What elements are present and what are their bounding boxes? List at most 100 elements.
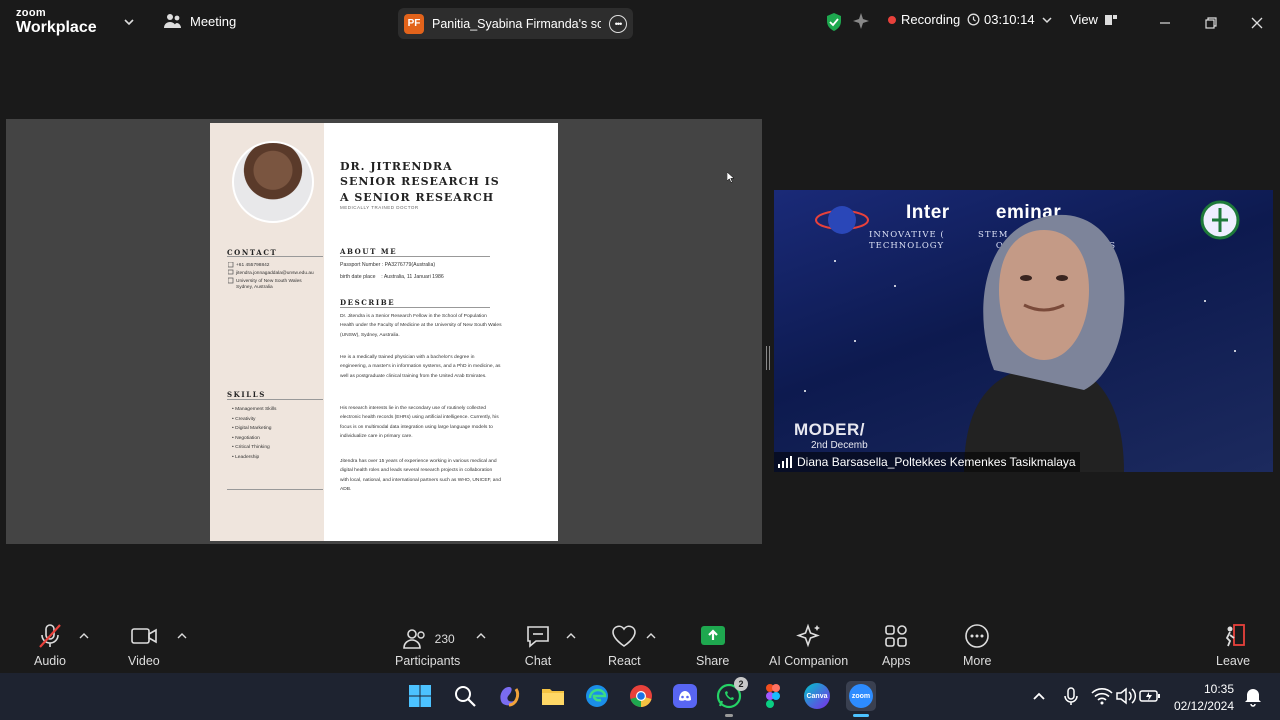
video-button[interactable]: Video [128, 623, 160, 668]
chat-button[interactable]: Chat [524, 623, 552, 668]
view-menu[interactable]: View [1070, 12, 1118, 27]
participant-name-tag: Diana Barsasella_Poltekkes Kemenkes Tasi… [774, 452, 1080, 472]
figma-icon[interactable] [760, 683, 786, 709]
apps-button[interactable]: Apps [882, 623, 911, 668]
clock-date: 02/12/2024 [1173, 698, 1234, 713]
recording-label: Recording [901, 12, 961, 27]
edge-browser-icon[interactable] [584, 683, 610, 709]
participants-button[interactable]: 230 Participants [395, 623, 460, 668]
describe-heading: DESCRIBE [340, 298, 396, 307]
shared-screen-area[interactable]: CONTACT +61 455798842 jitendra.jonnagadd… [6, 119, 762, 544]
skill-item: • Digital Marketing [232, 426, 272, 432]
zoom-taskbar-button[interactable]: zoom [846, 681, 876, 711]
clock-time: 10:35 [1203, 682, 1234, 696]
close-icon[interactable] [1246, 12, 1268, 34]
describe-divider [340, 307, 490, 308]
leave-button[interactable]: Leave [1216, 623, 1250, 668]
canva-icon[interactable]: Canva [804, 683, 830, 709]
sharer-avatar: PF [404, 13, 424, 34]
chat-icon [527, 626, 549, 648]
share-label: Share [696, 654, 730, 668]
skills-heading: SKILLS [227, 390, 266, 399]
wifi-icon[interactable] [1089, 683, 1115, 709]
chrome-browser-icon[interactable] [628, 683, 654, 709]
participant-video-tile[interactable]: Inter eminar INNOVATIVE ( STEM : INTEGRA… [774, 190, 1273, 472]
microphone-muted-icon [39, 624, 61, 648]
react-label: React [608, 654, 641, 668]
leave-door-icon [1225, 624, 1245, 647]
minimize-icon[interactable] [1154, 12, 1176, 34]
react-button[interactable]: React [608, 623, 641, 668]
video-options-caret-icon[interactable] [177, 631, 187, 641]
about-divider [340, 256, 490, 257]
about-heading: ABOUT ME [340, 247, 398, 256]
panel-resize-handle[interactable] [765, 346, 771, 370]
file-explorer-icon[interactable] [540, 683, 566, 709]
audio-options-caret-icon[interactable] [79, 631, 89, 641]
timer-value: 03:10:14 [984, 12, 1035, 27]
skill-item: • Creativity [232, 416, 256, 422]
windows-start-icon[interactable] [407, 683, 433, 709]
microphone-icon[interactable] [1058, 683, 1084, 709]
apps-grid-icon [885, 625, 908, 647]
view-layout-icon [1104, 14, 1117, 25]
system-clock[interactable]: 10:35 02/12/2024 [1174, 681, 1234, 715]
restore-icon[interactable] [1200, 12, 1222, 34]
logo-small: zoom [16, 7, 46, 19]
contact-phone: +61 455798842 [236, 263, 270, 268]
zoom-active-indicator [853, 714, 869, 717]
describe-paragraph: He is a medically trained physician with… [340, 355, 501, 379]
screen-share-indicator[interactable]: PF Panitia_Syabina Firmanda's screen ••• [398, 8, 633, 39]
more-button[interactable]: More [963, 623, 991, 668]
copilot-icon[interactable] [496, 683, 522, 709]
heart-icon [612, 625, 637, 647]
cv-name-line: SENIOR RESEARCH IS [340, 175, 500, 189]
volume-icon[interactable] [1113, 683, 1139, 709]
zoom-logo: zoom Workplace [16, 8, 97, 36]
meeting-menu[interactable]: Meeting [164, 13, 236, 29]
meeting-toolbar: Audio Video 230 Participants Chat React … [0, 613, 1280, 673]
search-icon[interactable] [452, 683, 478, 709]
cv-document: CONTACT +61 455798842 jitendra.jonnagadd… [210, 123, 558, 541]
meeting-timer[interactable]: 03:10:14 [967, 12, 1053, 27]
participants-icon [402, 628, 425, 649]
sharer-name: Panitia_Syabina Firmanda's screen [432, 16, 601, 31]
participants-caret-icon[interactable] [476, 631, 486, 641]
contact-icons [228, 262, 234, 284]
apps-label: Apps [882, 654, 911, 668]
more-options-icon [965, 624, 990, 648]
skill-item: • Leadership [232, 454, 260, 460]
skills-divider [227, 399, 323, 400]
signal-strength-icon [778, 456, 792, 468]
more-options-icon[interactable]: ••• [609, 14, 627, 33]
describe-paragraph: Jitendra has over 15 years of experience… [340, 459, 501, 492]
ai-sparkle-icon [795, 623, 820, 648]
video-camera-icon [131, 628, 157, 644]
audio-button[interactable]: Audio [34, 623, 66, 668]
whatsapp-icon[interactable]: 2 [716, 677, 748, 709]
audio-label: Audio [34, 654, 66, 668]
react-caret-icon[interactable] [646, 631, 656, 641]
recording-indicator[interactable]: Recording [888, 12, 960, 27]
mouse-cursor-icon [727, 172, 735, 183]
chevron-up-icon[interactable] [1026, 683, 1052, 709]
share-button[interactable]: Share [696, 623, 729, 668]
passport-number: Passport Number : PA3276779(Australia) [340, 262, 436, 268]
seminar-date: 2nd Decemb [811, 440, 868, 451]
battery-charging-icon[interactable] [1137, 683, 1163, 709]
contact-divider [227, 256, 323, 257]
chevron-down-icon [1042, 16, 1052, 23]
people-icon [164, 14, 181, 28]
chat-caret-icon[interactable] [566, 631, 576, 641]
shield-check-icon[interactable] [824, 12, 844, 32]
contact-email: jitendra.jonnagaddala@unsw.edu.au [236, 271, 314, 276]
ai-companion-label: AI Companion [769, 654, 849, 668]
discord-icon[interactable] [672, 683, 698, 709]
describe-paragraph: Dr. Jitendra is a Senior Research Fellow… [340, 314, 502, 338]
chevron-down-icon[interactable] [122, 15, 136, 29]
ai-sparkle-icon[interactable] [852, 12, 870, 30]
zoom-taskbar-icon: zoom [849, 684, 873, 708]
ai-companion-button[interactable]: AI Companion [769, 623, 848, 668]
event-logo-left [815, 206, 869, 234]
notification-bell-icon[interactable] [1240, 683, 1266, 709]
